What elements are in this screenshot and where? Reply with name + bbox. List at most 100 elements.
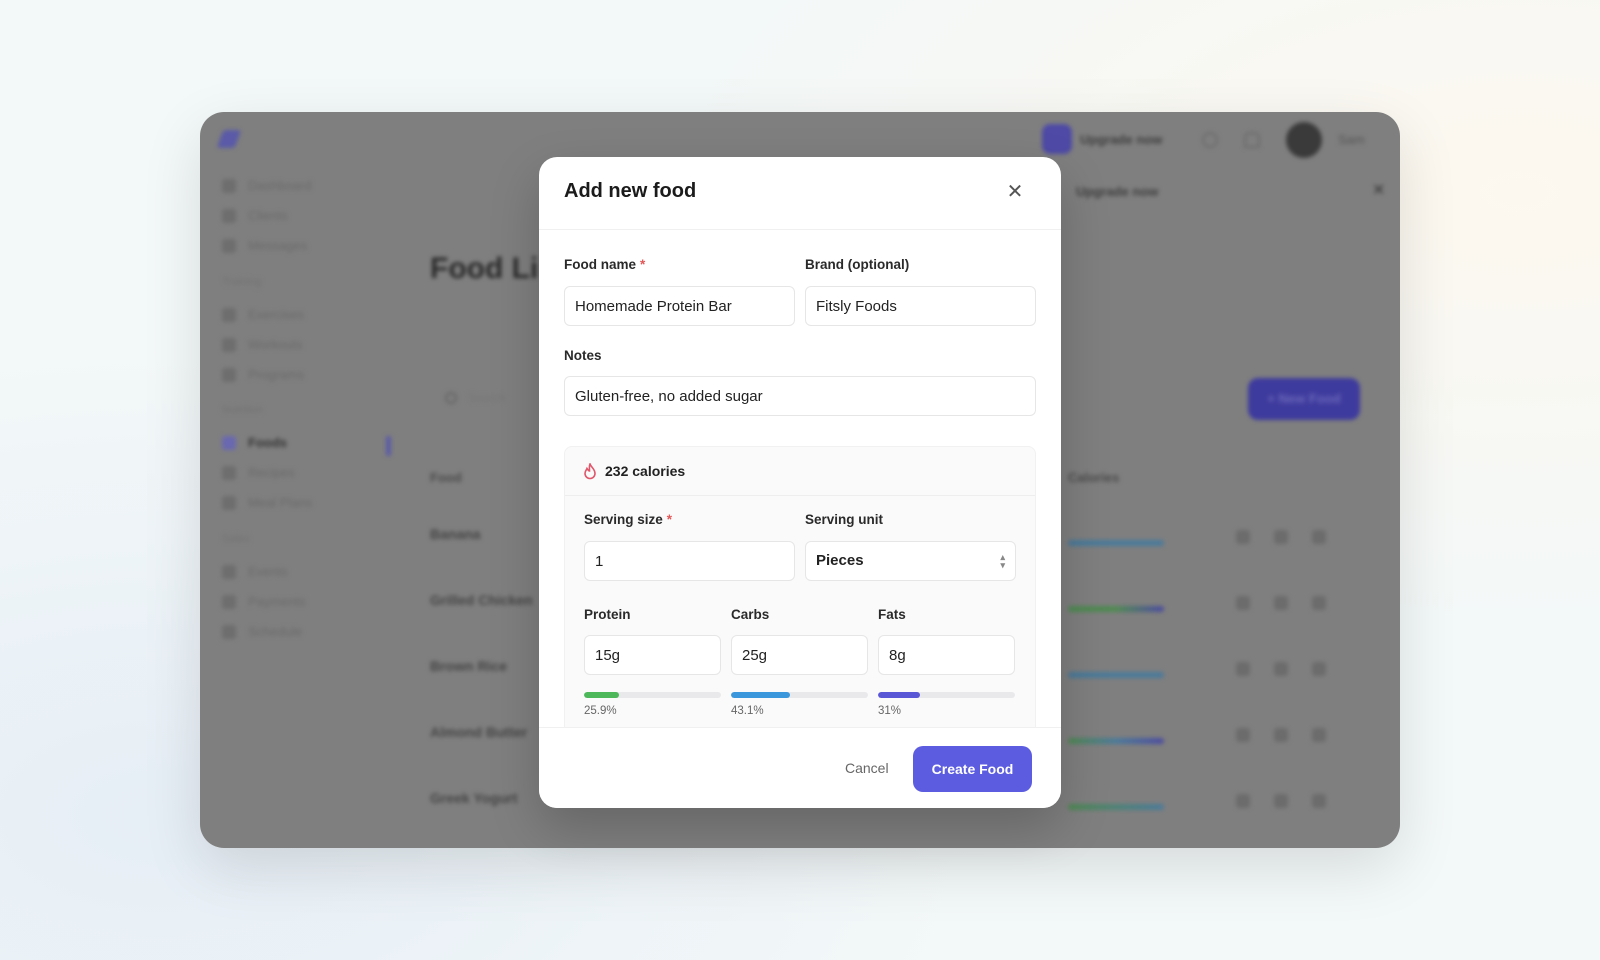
notes-input[interactable] [564,376,1036,416]
notes-label: Notes [564,348,602,363]
sidebar-item[interactable]: Schedule [222,624,302,639]
sidebar-item-icon [222,238,236,253]
upgrade-button[interactable]: Upgrade now [1080,132,1162,147]
sidebar-item[interactable]: Workouts [222,337,303,352]
brand-label: Brand (optional) [805,257,910,272]
sidebar-item[interactable]: Programs [222,367,304,382]
table-row-name[interactable]: Grilled Chicken [430,592,533,608]
calorie-bar [1068,672,1164,678]
macro-percent: 31% [878,705,902,717]
table-row-name[interactable]: Banana [430,526,481,542]
edit-icon[interactable] [1274,596,1288,610]
close-icon[interactable]: ✕ [1005,182,1025,202]
active-indicator [386,436,391,456]
delete-icon[interactable] [1312,596,1326,610]
avatar[interactable] [1286,122,1322,158]
sidebar-item[interactable]: Recipes [222,465,295,480]
sidebar-item[interactable]: Payments [222,594,306,609]
cancel-button[interactable]: Cancel [845,760,889,776]
sidebar-item-icon [222,495,236,510]
sidebar-item[interactable]: Messages [222,238,307,253]
sidebar-item[interactable]: Meal Plans [222,495,312,510]
calorie-bar [1068,606,1164,612]
sidebar-item[interactable]: Events [222,564,288,579]
sidebar-item[interactable]: Foods [222,435,287,450]
sidebar-item-icon [222,435,236,450]
required-marker: * [640,257,646,272]
delete-icon[interactable] [1312,794,1326,808]
macro-input[interactable] [584,635,721,675]
delete-icon[interactable] [1312,662,1326,676]
table-row-name[interactable]: Greek Yogurt [430,790,517,806]
new-food-button[interactable]: + New Food [1248,378,1360,420]
serving-size-label: Serving size * [584,512,672,527]
macro-percent: 25.9% [584,705,617,717]
add-food-modal: Add new food ✕ Food name* Brand (optiona… [539,157,1061,808]
sidebar-item-label: Events [248,564,288,579]
create-food-button[interactable]: Create Food [913,746,1032,792]
column-header-calories: Calories [1068,470,1120,485]
sidebar-section-label: Nutrition [222,404,263,416]
sidebar-item-icon [222,208,236,223]
serving-unit-label: Serving unit [805,512,884,527]
serving-unit-select[interactable]: Pieces ▴ ▾ [805,541,1016,581]
modal-footer: Cancel Create Food [539,727,1061,808]
copy-icon[interactable] [1236,794,1250,808]
page-title: Food Li [430,252,539,285]
food-name-input[interactable] [564,286,795,326]
edit-icon[interactable] [1274,530,1288,544]
banner-link[interactable]: Upgrade now [1076,184,1158,199]
sidebar-item-icon [222,337,236,352]
sidebar-item-icon [222,624,236,639]
sidebar-item[interactable]: Clients [222,208,288,223]
macro-input[interactable] [878,635,1015,675]
macro-label: Carbs [731,607,770,622]
sidebar-item[interactable]: Dashboard [222,178,312,193]
bell-icon[interactable] [1244,132,1260,148]
table-row-name[interactable]: Almond Butter [430,724,527,740]
sidebar-item-label: Recipes [248,465,295,480]
delete-icon[interactable] [1312,530,1326,544]
calories-summary: 232 calories [565,447,1035,496]
sidebar-item-icon [222,465,236,480]
modal-title: Add new food [564,180,697,202]
logo-icon [216,130,242,148]
macro-progress-bar [878,692,1015,698]
search-icon [445,392,457,404]
calorie-bar [1068,540,1164,546]
link-icon[interactable] [1202,132,1218,148]
edit-icon[interactable] [1274,794,1288,808]
serving-size-input[interactable] [584,541,795,581]
banner-close-icon[interactable]: ✕ [1372,180,1385,200]
macro-label: Fats [878,607,906,622]
modal-header: Add new food ✕ [539,157,1061,230]
sidebar-item-label: Messages [248,238,308,253]
sidebar-section-label: Sales [222,533,250,545]
sidebar-item-label: Workouts [248,337,303,352]
sidebar-item-label: Programs [248,367,305,382]
sidebar-item[interactable]: Exercises [222,307,304,322]
sidebar-section-label: Training [222,276,262,288]
copy-icon[interactable] [1236,530,1250,544]
search-input[interactable]: Search [468,391,506,405]
macro-percent: 43.1% [731,705,764,717]
required-marker: * [666,512,673,527]
edit-icon[interactable] [1274,728,1288,742]
brand-input[interactable] [805,286,1036,326]
chevron-up-down-icon: ▴ ▾ [1000,552,1005,570]
sidebar-item-label: Clients [248,208,288,223]
flame-icon [584,462,596,479]
macro-input[interactable] [731,635,868,675]
column-header-food: Food [430,470,462,485]
serving-size-label-text: Serving size [584,512,663,527]
calorie-bar [1068,738,1164,744]
edit-icon[interactable] [1274,662,1288,676]
copy-icon[interactable] [1236,596,1250,610]
table-row-name[interactable]: Brown Rice [430,658,507,674]
macro-label: Protein [584,607,631,622]
copy-icon[interactable] [1236,662,1250,676]
copy-icon[interactable] [1236,728,1250,742]
delete-icon[interactable] [1312,728,1326,742]
sidebar-item-label: Schedule [248,624,303,639]
macro-progress-bar [731,692,868,698]
